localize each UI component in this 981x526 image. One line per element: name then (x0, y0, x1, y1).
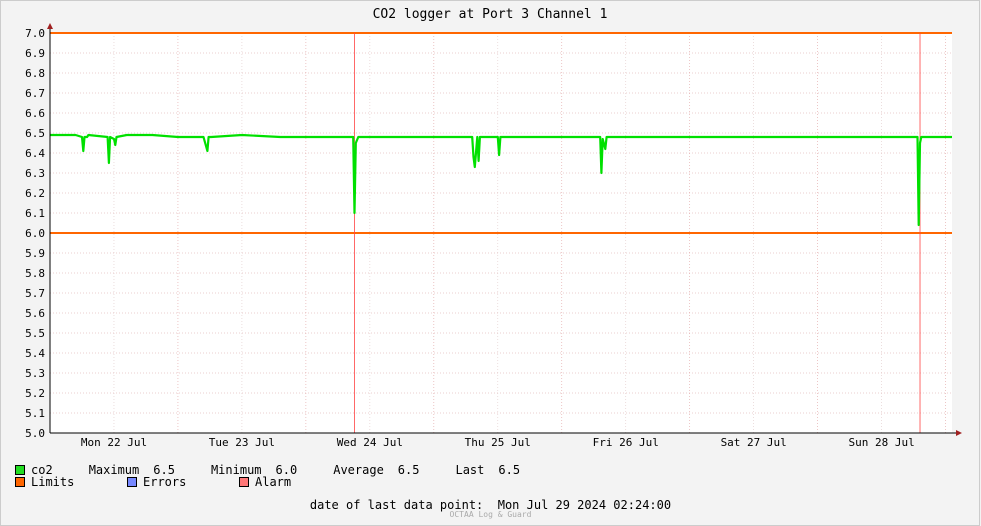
y-tick-label: 6.9 (25, 47, 45, 60)
legend-item-errors: Errors (127, 475, 239, 489)
stat-last-value: 6.5 (498, 463, 521, 477)
y-tick-label: 7.0 (25, 27, 45, 40)
y-tick-label: 6.4 (25, 147, 45, 160)
x-tick-label: Tue 23 Jul (209, 436, 275, 449)
y-tick-label: 6.2 (25, 187, 45, 200)
brand-watermark: OCTAA Log & Guard (449, 510, 532, 519)
legend-limits-label: Limits (31, 475, 75, 489)
y-tick-label: 5.0 (25, 427, 45, 440)
y-tick-label: 5.2 (25, 387, 45, 400)
alarm-swatch (239, 477, 249, 487)
co2-swatch (15, 465, 25, 475)
y-tick-label: 6.1 (25, 207, 45, 220)
x-tick-label: Thu 25 Jul (465, 436, 531, 449)
stat-average-value: 6.5 (397, 463, 420, 477)
x-tick-label: Wed 24 Jul (337, 436, 403, 449)
y-tick-label: 5.1 (25, 407, 45, 420)
legend-row-items: Limits Errors Alarm (15, 475, 291, 489)
x-axis-arrow (956, 430, 962, 436)
y-tick-label: 6.0 (25, 227, 45, 240)
x-tick-label: Mon 22 Jul (81, 436, 147, 449)
y-tick-label: 5.3 (25, 367, 45, 380)
y-tick-label: 6.5 (25, 127, 45, 140)
legend-alarm-label: Alarm (255, 475, 292, 489)
chart-title: CO2 logger at Port 3 Channel 1 (373, 7, 608, 22)
legend-item-limits: Limits (15, 475, 127, 489)
legend-item-alarm: Alarm (239, 475, 291, 489)
y-tick-label: 6.8 (25, 67, 45, 80)
co2-chart: CO2 logger at Port 3 Channel 1 5.0 5.1 5.2… (0, 0, 980, 526)
y-tick-label: 6.6 (25, 107, 45, 120)
y-tick-label: 5.4 (25, 347, 45, 360)
x-tick-label: Sat 27 Jul (721, 436, 787, 449)
y-tick-label: 5.9 (25, 247, 45, 260)
y-tick-label: 6.7 (25, 87, 45, 100)
chart-page: CO2 logger at Port 3 Channel 1 5.0 5.1 5.2… (0, 0, 981, 526)
x-tick-label: Sun 28 Jul (849, 436, 915, 449)
x-tick-labels: Mon 22 Jul Tue 23 Jul Wed 24 Jul Thu 25 Jul… (81, 436, 915, 449)
y-axis-arrow (47, 23, 53, 29)
stat-average-label: Average (333, 463, 384, 477)
y-tick-label: 6.3 (25, 167, 45, 180)
y-tick-label: 5.6 (25, 307, 45, 320)
y-tick-label: 5.8 (25, 267, 45, 280)
y-tick-labels: 5.0 5.1 5.2 5.3 5.4 5.5 5.6 5.7 5.8 5.9 6.0 6.1 6.2 6… (25, 27, 45, 440)
errors-swatch (127, 477, 137, 487)
y-tick-label: 5.5 (25, 327, 45, 340)
legend-errors-label: Errors (143, 475, 187, 489)
y-tick-label: 5.7 (25, 287, 45, 300)
x-tick-label: Fri 26 Jul (593, 436, 659, 449)
stat-last-label: Last (455, 463, 485, 477)
limits-swatch (15, 477, 25, 487)
